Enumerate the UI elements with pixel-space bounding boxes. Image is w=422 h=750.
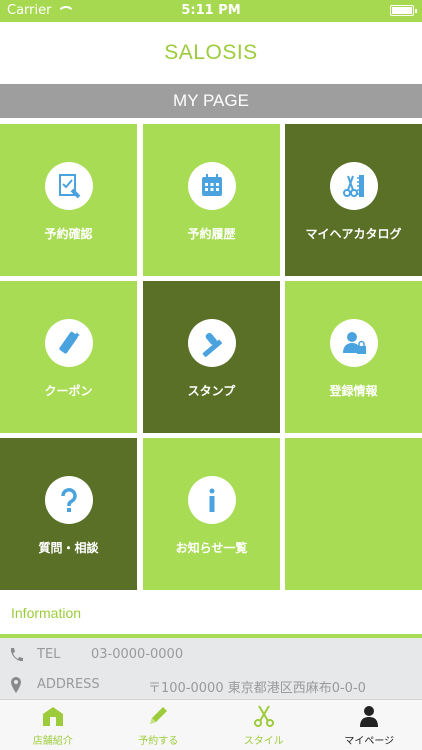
information-panel: TEL 03-0000-0000 ADDRESS 〒100-0000 東京都港区… <box>0 638 422 699</box>
address-value: 〒100-0000 東京都港区西麻布0-0-0 <box>148 681 366 696</box>
status-bar: Carrier 5:11 PM <box>0 0 422 22</box>
section-title-bar: MY PAGE <box>0 84 422 118</box>
tile-label: 質問・相談 <box>38 541 99 555</box>
pencil-icon <box>150 707 168 724</box>
tab-label: スタイル <box>243 736 284 747</box>
coupon-icon <box>44 319 93 367</box>
section-title: MY PAGE <box>173 91 249 110</box>
shop-icon <box>42 707 63 726</box>
tile-label: マイヘアカタログ <box>305 227 402 241</box>
address-row: ADDRESS 〒100-0000 東京都港区西麻布0-0-0 <box>0 672 422 698</box>
app-title: SALOSIS <box>164 41 258 64</box>
tile-registration-info[interactable]: 登録情報 <box>285 281 422 433</box>
question-icon <box>44 476 93 524</box>
tab-style[interactable]: スタイル <box>211 700 317 750</box>
tile-label: お知らせ一覧 <box>175 541 248 555</box>
tel-row[interactable]: TEL 03-0000-0000 <box>0 642 422 668</box>
stamp-icon <box>187 319 236 367</box>
map-pin-icon <box>11 677 21 693</box>
tab-label: 予約する <box>138 736 179 747</box>
person-icon <box>360 706 379 727</box>
tile-label: 登録情報 <box>329 384 378 398</box>
tile-questions[interactable]: 質問・相談 <box>0 438 137 590</box>
scissors-icon <box>253 705 274 727</box>
tile-empty <box>285 438 422 590</box>
tile-news-list[interactable]: お知らせ一覧 <box>143 438 280 590</box>
tile-label: スタンプ <box>187 384 236 398</box>
tile-coupon[interactable]: クーポン <box>0 281 137 433</box>
calendar-icon <box>187 162 236 210</box>
checklist-icon <box>44 162 93 210</box>
tab-bar: 店舗紹介 予約する スタイル マイページ <box>0 699 422 750</box>
tab-reserve[interactable]: 予約する <box>106 700 212 750</box>
tile-label: クーポン <box>44 384 93 398</box>
app-header: SALOSIS <box>0 22 422 84</box>
tab-label: 店舗紹介 <box>32 736 73 747</box>
address-label: ADDRESS <box>37 677 100 692</box>
scissors-comb-icon <box>329 162 378 210</box>
battery-icon <box>390 5 417 16</box>
tel-value: 03-0000-0000 <box>91 647 184 662</box>
tel-label: TEL <box>37 647 61 662</box>
tile-my-hair-catalog[interactable]: マイヘアカタログ <box>285 124 422 276</box>
clock: 5:11 PM <box>181 3 241 18</box>
tab-label: マイページ <box>344 736 395 747</box>
tile-reservation-history[interactable]: 予約履歴 <box>143 124 280 276</box>
tile-label: 予約確認 <box>44 227 93 241</box>
tile-label: 予約履歴 <box>187 227 236 241</box>
info-icon <box>187 476 236 524</box>
tile-stamp[interactable]: スタンプ <box>143 281 280 433</box>
tile-reservation-check[interactable]: 予約確認 <box>0 124 137 276</box>
user-lock-icon <box>329 319 378 367</box>
tab-my-page[interactable]: マイページ <box>317 700 422 750</box>
phone-icon <box>10 648 23 662</box>
information-title: Information <box>11 605 82 621</box>
tab-shop-info[interactable]: 店舗紹介 <box>0 700 106 750</box>
